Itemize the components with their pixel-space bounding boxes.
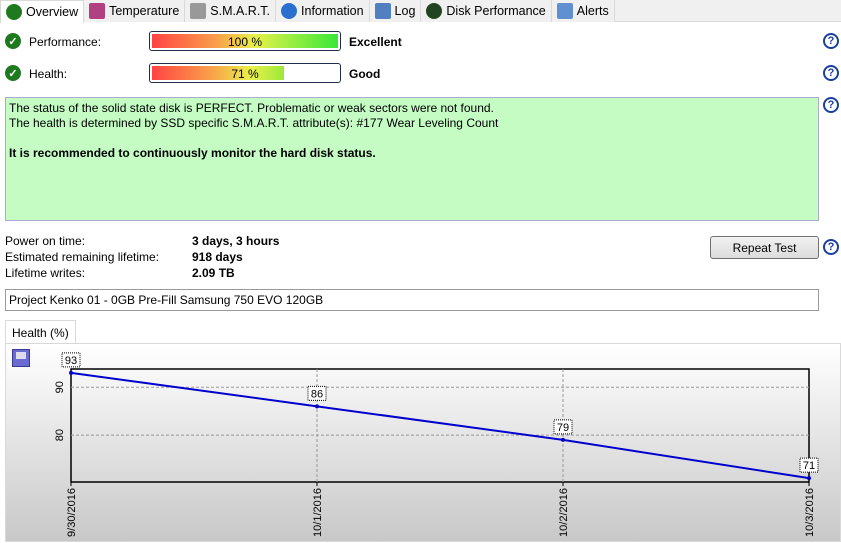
stat-label: Power on time: <box>5 234 86 248</box>
message-recommendation: It is recommended to continuously monito… <box>9 146 376 160</box>
tab-temperature[interactable]: Temperature <box>84 0 186 22</box>
y-tick-label: 90 <box>54 381 66 393</box>
thermometer-icon <box>89 3 106 19</box>
performance-check-icon: ✓ <box>5 33 21 49</box>
tab-label: Disk Performance <box>446 4 546 18</box>
log-icon <box>374 3 391 19</box>
health-chart: 80 90 9/30/2016 10/1/2016 10/2/2016 10/3/2016… <box>54 352 819 537</box>
plot-area <box>70 368 810 483</box>
tab-label: S.M.A.R.T. <box>210 4 271 18</box>
data-label: 86 <box>311 388 323 400</box>
tab-bar: Overview Temperature S.M.A.R.T. Information… <box>0 0 841 23</box>
info-icon <box>281 3 298 19</box>
tab-label: Alerts <box>576 4 609 18</box>
tab-log[interactable]: Log <box>369 0 422 22</box>
data-label: 71 <box>803 460 815 472</box>
health-value: 71 % <box>231 67 259 81</box>
x-tick-label: 10/1/2016 <box>312 488 324 537</box>
x-tick-label: 10/3/2016 <box>804 488 816 537</box>
alerts-icon <box>556 3 573 19</box>
tab-label: Log <box>394 4 416 18</box>
check-icon <box>6 4 22 20</box>
health-label: Health: <box>29 67 68 81</box>
repeat-test-button[interactable]: Repeat Test <box>710 236 819 259</box>
y-tick-label: 80 <box>54 429 66 441</box>
stat-value: 3 days, 3 hours <box>192 234 280 248</box>
tab-label: Temperature <box>109 4 180 18</box>
repeat-test-help-icon[interactable]: ? <box>823 239 839 255</box>
health-check-icon: ✓ <box>5 65 21 81</box>
tab-information[interactable]: Information <box>276 0 370 22</box>
performance-label: Performance: <box>29 35 102 49</box>
performance-help-icon[interactable]: ? <box>823 33 839 49</box>
stat-value: 2.09 TB <box>192 266 235 280</box>
gauge-icon <box>426 3 443 19</box>
smart-icon <box>190 3 207 19</box>
health-status: Good <box>349 67 381 81</box>
message-line: The status of the solid state disk is PE… <box>9 101 494 115</box>
tab-disk-performance[interactable]: Disk Performance <box>421 0 552 22</box>
tab-label: Overview <box>26 5 79 19</box>
performance-bar: 100 % <box>149 31 341 51</box>
stat-label: Lifetime writes: <box>5 266 86 280</box>
tab-alerts[interactable]: Alerts <box>551 0 615 22</box>
performance-status: Excellent <box>349 35 402 49</box>
health-bar: 71 % <box>149 63 341 83</box>
data-point <box>315 404 319 409</box>
data-label: 93 <box>65 355 77 367</box>
tab-label: Information <box>301 4 364 18</box>
tab-health-chart[interactable]: Health (%) <box>5 320 76 344</box>
x-tick-label: 10/2/2016 <box>558 488 570 537</box>
disk-name-field[interactable]: Project Kenko 01 - 0GB Pre-Fill Samsung … <box>5 289 819 311</box>
stat-value: 918 days <box>192 250 243 264</box>
stat-label: Estimated remaining lifetime: <box>5 250 160 264</box>
health-chart-panel: 80 90 9/30/2016 10/1/2016 10/2/2016 10/3/2016… <box>5 343 841 542</box>
data-point <box>69 370 73 375</box>
x-tick-label: 9/30/2016 <box>66 488 78 537</box>
health-help-icon[interactable]: ? <box>823 65 839 81</box>
data-point <box>561 437 565 442</box>
health-series-line <box>70 371 810 480</box>
data-point <box>807 476 811 481</box>
tab-s-m-a-r-t[interactable]: S.M.A.R.T. <box>185 0 277 22</box>
tab-overview[interactable]: Overview <box>0 0 85 23</box>
message-help-icon[interactable]: ? <box>823 97 839 113</box>
message-line: The health is determined by SSD specific… <box>9 116 499 130</box>
status-message: The status of the solid state disk is PE… <box>5 97 819 221</box>
performance-value: 100 % <box>227 35 263 49</box>
data-label: 79 <box>557 422 569 434</box>
